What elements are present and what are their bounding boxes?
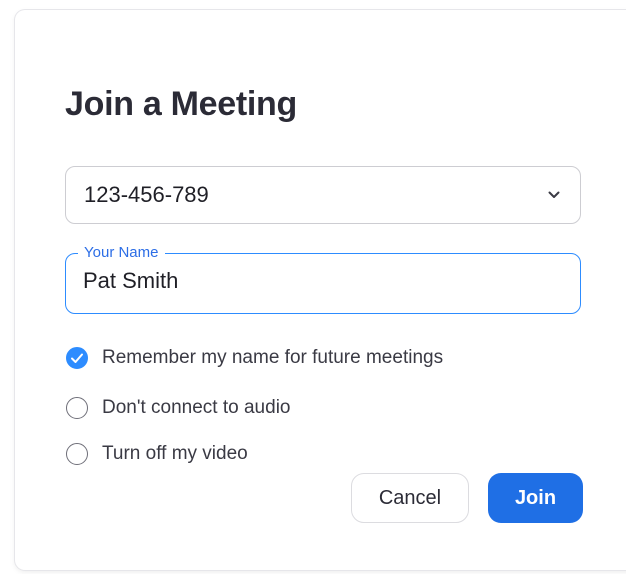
cancel-button[interactable]: Cancel xyxy=(351,473,469,523)
join-meeting-dialog: Join a Meeting 123-456-789 Your Name Rem… xyxy=(15,10,626,570)
your-name-input[interactable] xyxy=(83,268,553,294)
no-audio-label[interactable]: Don't connect to audio xyxy=(102,397,290,419)
meeting-id-combobox[interactable]: 123-456-789 xyxy=(65,166,581,224)
your-name-field[interactable]: Your Name xyxy=(65,244,581,314)
no-audio-option[interactable]: Don't connect to audio xyxy=(66,397,290,419)
page-title: Join a Meeting xyxy=(65,85,297,123)
video-off-checkbox[interactable] xyxy=(66,443,88,465)
remember-name-checkbox[interactable] xyxy=(66,347,88,369)
checkmark-icon xyxy=(71,353,83,363)
video-off-label[interactable]: Turn off my video xyxy=(102,443,248,465)
video-off-option[interactable]: Turn off my video xyxy=(66,443,248,465)
remember-name-label[interactable]: Remember my name for future meetings xyxy=(102,347,443,369)
no-audio-checkbox[interactable] xyxy=(66,397,88,419)
meeting-id-value: 123-456-789 xyxy=(84,182,209,207)
remember-name-option[interactable]: Remember my name for future meetings xyxy=(66,347,443,369)
chevron-down-icon[interactable] xyxy=(546,189,562,201)
your-name-label: Your Name xyxy=(78,244,165,262)
join-button[interactable]: Join xyxy=(488,473,583,523)
